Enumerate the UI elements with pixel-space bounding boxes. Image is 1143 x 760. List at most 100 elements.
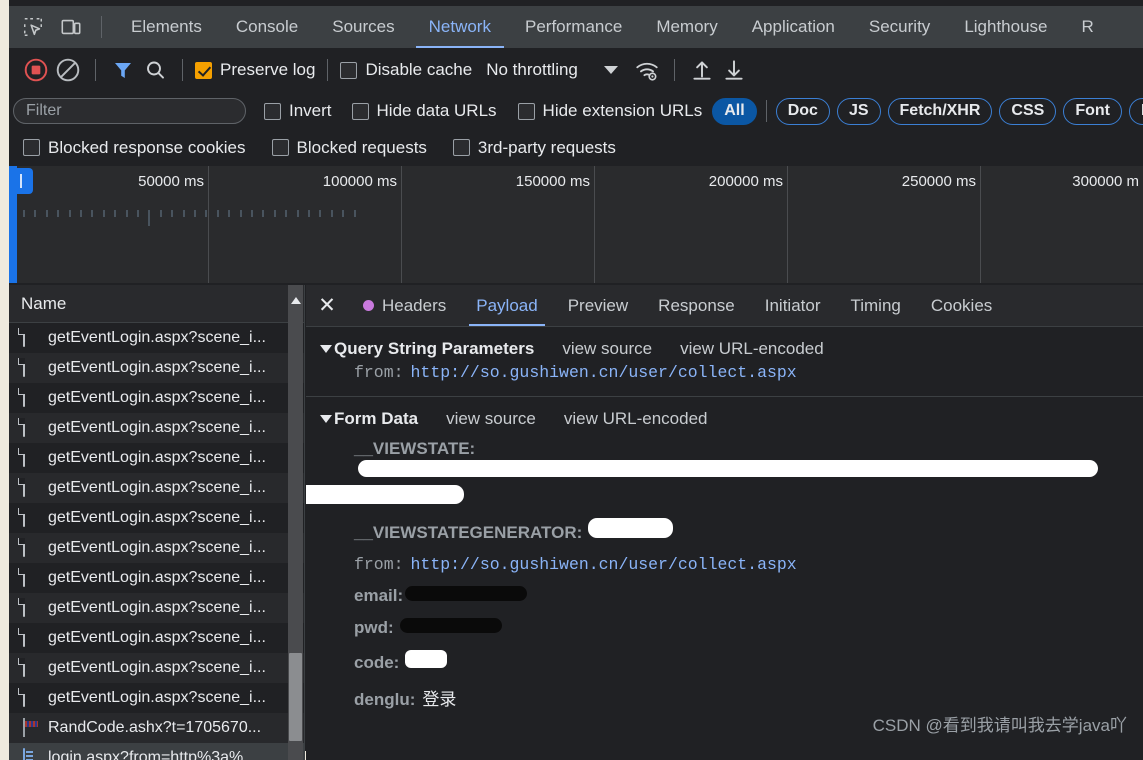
blocked-requests-checkbox[interactable]: Blocked requests: [271, 138, 427, 158]
scroll-up-arrow-icon[interactable]: [291, 297, 301, 304]
network-request-list: Name getEventLogin.aspx?scene_i... getEve…: [9, 285, 305, 760]
chip-fetch-xhr[interactable]: Fetch/XHR: [887, 97, 993, 125]
filter-input[interactable]: [13, 98, 246, 124]
request-row[interactable]: login.aspx?from=http%3a%...: [9, 743, 304, 760]
query-string-view-url-encoded-link[interactable]: view URL-encoded: [680, 339, 824, 359]
network-conditions-icon[interactable]: [632, 55, 662, 85]
request-row-name: getEventLogin.aspx?scene_i...: [48, 569, 266, 586]
overview-time-label-5: 250000 ms: [901, 173, 976, 190]
invert-checkbox[interactable]: Invert: [264, 101, 332, 121]
scrollbar-thumb[interactable]: [289, 653, 302, 741]
blocked-response-cookies-checkbox[interactable]: Blocked response cookies: [23, 138, 246, 158]
blocked-requests-box[interactable]: [271, 139, 289, 156]
request-row[interactable]: getEventLogin.aspx?scene_i...: [9, 653, 304, 683]
blocked-response-cookies-box[interactable]: [23, 139, 40, 156]
filter-funnel-icon[interactable]: [108, 55, 138, 85]
tab-sources[interactable]: Sources: [315, 6, 411, 48]
chip-js[interactable]: JS: [836, 97, 881, 125]
import-har-icon[interactable]: [687, 55, 717, 85]
request-row[interactable]: getEventLogin.aspx?scene_i...: [9, 473, 304, 503]
detail-tab-payload[interactable]: Payload: [461, 285, 552, 326]
form-field-denglu-value: 登录: [422, 690, 457, 709]
third-party-requests-checkbox[interactable]: 3rd-party requests: [452, 138, 616, 158]
inspect-element-icon[interactable]: [19, 13, 47, 41]
chip-all[interactable]: All: [712, 97, 757, 125]
request-row[interactable]: getEventLogin.aspx?scene_i...: [9, 413, 304, 443]
form-data-header: Form Data view source view URL-encoded: [320, 409, 1143, 429]
form-data-view-source-link[interactable]: view source: [446, 409, 536, 429]
request-row[interactable]: getEventLogin.aspx?scene_i...: [9, 503, 304, 533]
chip-img[interactable]: Im: [1128, 97, 1143, 125]
hide-data-urls-box[interactable]: [351, 102, 369, 120]
hide-extension-urls-box[interactable]: [517, 102, 535, 120]
third-party-requests-box[interactable]: [452, 139, 470, 156]
detail-tab-timing[interactable]: Timing: [835, 285, 915, 326]
request-row[interactable]: getEventLogin.aspx?scene_i...: [9, 533, 304, 563]
search-icon[interactable]: [140, 55, 170, 85]
chip-font[interactable]: Font: [1063, 97, 1122, 125]
tab-memory[interactable]: Memory: [639, 6, 734, 48]
network-overview-timeline[interactable]: 50000 ms 100000 ms 150000 ms 200000 ms 2…: [9, 166, 1143, 283]
tab-lighthouse[interactable]: Lighthouse: [947, 6, 1064, 48]
hide-data-urls-checkbox[interactable]: Hide data URLs: [351, 101, 497, 121]
disable-cache-box[interactable]: [340, 61, 358, 79]
request-row[interactable]: RandCode.ashx?t=1705670...: [9, 713, 304, 743]
redaction-mark-email: [405, 586, 528, 601]
overview-tick: [216, 210, 219, 217]
request-row[interactable]: getEventLogin.aspx?scene_i...: [9, 623, 304, 653]
overview-tick: [262, 210, 265, 217]
invert-box[interactable]: [264, 102, 281, 120]
preserve-log-checkbox[interactable]: Preserve log: [195, 60, 315, 80]
device-toolbar-icon[interactable]: [57, 13, 85, 41]
tab-security[interactable]: Security: [852, 6, 947, 48]
request-row[interactable]: getEventLogin.aspx?scene_i...: [9, 563, 304, 593]
overview-tick: [45, 210, 48, 217]
request-row-name: getEventLogin.aspx?scene_i...: [48, 629, 266, 646]
detail-tab-preview[interactable]: Preview: [553, 285, 643, 326]
tab-lighthouse-label: Lighthouse: [964, 17, 1048, 36]
detail-tab-response[interactable]: Response: [643, 285, 750, 326]
disable-cache-label: Disable cache: [365, 60, 473, 79]
query-string-view-source-link[interactable]: view source: [562, 339, 652, 359]
tab-application[interactable]: Application: [735, 6, 852, 48]
detail-tab-timing-label: Timing: [850, 295, 901, 315]
overview-tick: [102, 210, 105, 217]
overview-tick: [239, 210, 242, 217]
preserve-log-box[interactable]: [195, 61, 212, 79]
chip-doc[interactable]: Doc: [775, 97, 830, 125]
tab-elements[interactable]: Elements: [114, 6, 219, 48]
tab-console[interactable]: Console: [219, 6, 315, 48]
collapse-triangle-icon[interactable]: [320, 345, 332, 353]
overview-tick: [114, 210, 117, 217]
disable-cache-checkbox[interactable]: Disable cache: [340, 60, 472, 80]
request-row[interactable]: getEventLogin.aspx?scene_i...: [9, 383, 304, 413]
export-har-icon[interactable]: [719, 55, 749, 85]
request-row[interactable]: getEventLogin.aspx?scene_i...: [9, 323, 304, 353]
record-stop-icon[interactable]: [21, 55, 51, 85]
tab-network[interactable]: Network: [412, 6, 508, 48]
throttling-dropdown[interactable]: No throttling: [486, 60, 618, 80]
collapse-triangle-icon-2[interactable]: [320, 415, 332, 423]
request-row[interactable]: getEventLogin.aspx?scene_i...: [9, 683, 304, 713]
detail-tab-cookies[interactable]: Cookies: [916, 285, 1007, 326]
network-toolbar: Preserve log Disable cache No throttling: [9, 48, 1143, 92]
tab-recorder[interactable]: R: [1065, 6, 1111, 48]
devtools-tabbar: Elements Console Sources Network Perform…: [9, 6, 1143, 48]
detail-tab-initiator[interactable]: Initiator: [750, 285, 836, 326]
detail-tab-headers[interactable]: Headers: [348, 285, 461, 326]
close-icon[interactable]: ✕: [306, 285, 348, 326]
overview-time-label-4: 200000 ms: [708, 173, 783, 190]
chip-css[interactable]: CSS: [999, 97, 1057, 125]
hide-extension-urls-checkbox[interactable]: Hide extension URLs: [517, 101, 702, 121]
chevron-down-icon[interactable]: [603, 66, 618, 74]
clear-network-log-icon[interactable]: [53, 55, 83, 85]
tab-performance[interactable]: Performance: [508, 6, 639, 48]
form-data-view-url-encoded-link[interactable]: view URL-encoded: [564, 409, 708, 429]
request-list-scrollbar[interactable]: [288, 285, 303, 760]
overview-time-label-1: 50000 ms: [138, 173, 204, 190]
request-row[interactable]: getEventLogin.aspx?scene_i...: [9, 353, 304, 383]
request-row[interactable]: getEventLogin.aspx?scene_i...: [9, 593, 304, 623]
overview-selection-grip[interactable]: [11, 168, 33, 194]
request-row[interactable]: getEventLogin.aspx?scene_i...: [9, 443, 304, 473]
form-field-viewstate-key: __VIEWSTATE:: [354, 439, 476, 458]
